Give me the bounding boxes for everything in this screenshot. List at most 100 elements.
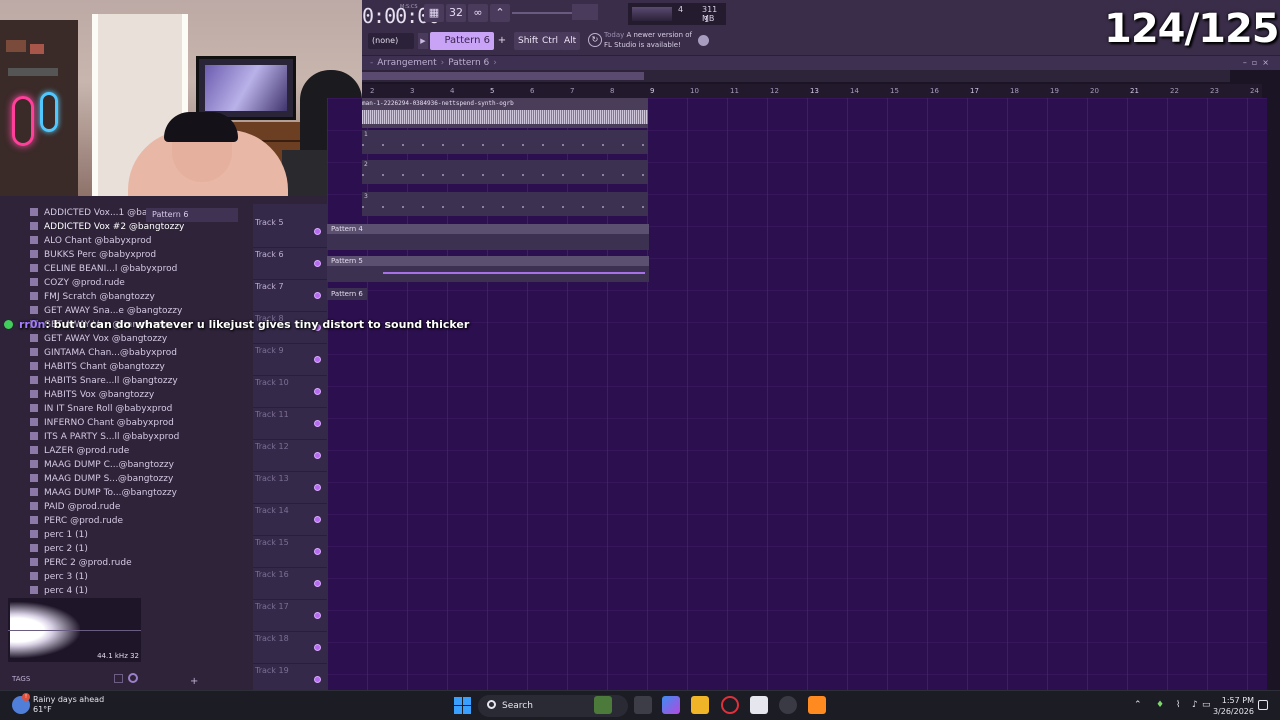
browser-item[interactable]: FMJ Scratch @bangtozzy [30, 290, 155, 304]
browser-item[interactable]: IN IT Snare Roll @babyxprod [30, 402, 172, 416]
browser-item[interactable]: MAAG DUMP C...@bangtozzy [30, 458, 174, 472]
folder-icon[interactable] [114, 674, 123, 683]
track-header[interactable]: Track 11 [253, 408, 327, 440]
opera-icon[interactable] [721, 696, 739, 714]
master-volume-slider[interactable] [572, 4, 598, 20]
track-header[interactable]: Track 10 [253, 376, 327, 408]
wifi-icon[interactable]: ⌇ [1176, 700, 1180, 710]
track-mute-led-icon[interactable] [314, 452, 321, 459]
breadcrumb-arrangement[interactable]: Arrangement [377, 58, 436, 68]
loop-record-icon[interactable]: ∞ [468, 4, 488, 22]
track-header[interactable]: Track 12 [253, 440, 327, 472]
timeline-ruler[interactable]: 2 3 4 5 6 7 8 9 10 11 12 13 14 15 16 17 18 19 20 21 22 23 24 [362, 84, 1262, 98]
tray-app-icon[interactable]: ♦ [1156, 700, 1164, 710]
browser-item[interactable]: GET AWAY Vox @bangtozzy [30, 332, 167, 346]
browser-item[interactable]: perc 1 (1) [30, 528, 88, 542]
track-header[interactable]: Track 7 [253, 280, 327, 312]
obs-icon[interactable] [779, 696, 797, 714]
tray-chevron-icon[interactable]: ⌃ [1134, 700, 1142, 710]
track-header[interactable]: Track 18 [253, 632, 327, 664]
browser-item[interactable]: BUKKS Perc @babyxprod [30, 248, 156, 262]
news-panel[interactable]: Today A newer version of FL Studio is av… [604, 30, 704, 50]
typing-keyboard-icon[interactable]: ▦ [424, 4, 444, 22]
browser-item[interactable]: HABITS Vox @bangtozzy [30, 388, 154, 402]
track-mute-led-icon[interactable] [314, 516, 321, 523]
browser-item[interactable]: LAZER @prod.rude [30, 444, 129, 458]
browser-item[interactable]: perc 4 (1) [30, 584, 88, 598]
play-arrow-icon[interactable]: ▶ [418, 33, 428, 49]
browser-item[interactable]: HABITS Chant @bangtozzy [30, 360, 165, 374]
browser-item[interactable]: perc 3 (1) [30, 570, 88, 584]
audio-clip[interactable]: man-1-2226294-0384936-nettspend-synth-og… [362, 98, 648, 128]
browser-item[interactable]: ADDICTED Vox #2 @bangtozzy [30, 220, 184, 234]
pattern-row[interactable]: 3 [362, 192, 648, 216]
search-icon[interactable] [128, 673, 138, 683]
window-controls[interactable]: –▫× [1243, 56, 1274, 70]
track-header[interactable]: Track 17 [253, 600, 327, 632]
alt-button[interactable]: Alt [560, 32, 581, 50]
track-header[interactable]: Track 15 [253, 536, 327, 568]
scrollbar-thumb[interactable] [362, 72, 644, 80]
browser-item[interactable]: ITS A PARTY S...ll @babyxprod [30, 430, 179, 444]
track-mute-led-icon[interactable] [314, 420, 321, 427]
frog-widget-icon[interactable] [594, 696, 612, 714]
snap-selector[interactable]: (none) [368, 33, 414, 49]
track-mute-led-icon[interactable] [314, 484, 321, 491]
browser-item[interactable]: COZY @prod.rude [30, 276, 125, 290]
volume-icon[interactable]: ♪ [1192, 700, 1198, 710]
windows-start-icon[interactable] [454, 697, 471, 714]
pattern-row[interactable]: 1 [362, 130, 648, 154]
track-mute-led-icon[interactable] [314, 676, 321, 683]
browser-item[interactable]: MAAG DUMP To...@bangtozzy [30, 486, 177, 500]
news-icon[interactable]: ↻ [588, 33, 602, 47]
browser-item[interactable]: PERC 2 @prod.rude [30, 556, 132, 570]
task-view-icon[interactable] [634, 696, 652, 714]
sample-preview[interactable]: 44.1 kHz 32 [8, 598, 141, 662]
pattern-selector[interactable]: Pattern 6 [430, 32, 494, 50]
browser-item[interactable]: GINTAMA Chan...@babyxprod [30, 346, 177, 360]
track-header[interactable]: Track 9 [253, 344, 327, 376]
clip-track-6[interactable]: Pattern 5 [327, 256, 649, 282]
file-explorer-icon[interactable] [691, 696, 709, 714]
browser-item[interactable]: HABITS Snare...ll @bangtozzy [30, 374, 178, 388]
add-tag-button[interactable]: + [190, 676, 198, 687]
track-mute-led-icon[interactable] [314, 228, 321, 235]
globe-icon[interactable] [698, 35, 709, 46]
track-header[interactable]: Track 14 [253, 504, 327, 536]
playlist-grid[interactable]: man-1-2226294-0384936-nettspend-synth-og… [327, 98, 1267, 690]
browser-item[interactable]: GET AWAY Sna...e @bangtozzy [30, 304, 182, 318]
track-mute-led-icon[interactable] [314, 612, 321, 619]
browser-item[interactable]: PERC @prod.rude [30, 514, 123, 528]
ctrl-button[interactable]: Ctrl [538, 32, 563, 50]
store-icon[interactable] [750, 696, 768, 714]
track-header[interactable]: Track 13 [253, 472, 327, 504]
master-pitch-slider[interactable] [512, 12, 572, 14]
taskbar-clock[interactable]: 1:57 PM 3/26/2026 [1210, 695, 1254, 717]
breadcrumb-pattern[interactable]: Pattern 6 [448, 58, 489, 68]
track-header[interactable]: Track 6 [253, 248, 327, 280]
track-mute-led-icon[interactable] [314, 292, 321, 299]
clip-track-5[interactable]: Pattern 4 [327, 224, 649, 250]
metronome-icon[interactable]: ⌃ [490, 4, 510, 22]
weather-widget[interactable]: Rainy days ahead 61°F [33, 695, 104, 715]
track-mute-led-icon[interactable] [314, 548, 321, 555]
tags-label[interactable]: TAGS [12, 675, 30, 683]
browser-pattern-chip[interactable]: Pattern 6 [146, 208, 238, 222]
track-mute-led-icon[interactable] [314, 580, 321, 587]
track-mute-led-icon[interactable] [314, 260, 321, 267]
notification-icon[interactable] [1258, 700, 1268, 710]
track-header[interactable]: Track 5 [253, 216, 327, 248]
copilot-icon[interactable] [662, 696, 680, 714]
track-header[interactable]: Track 16 [253, 568, 327, 600]
track-mute-led-icon[interactable] [314, 644, 321, 651]
track-mute-led-icon[interactable] [314, 388, 321, 395]
fl-studio-icon[interactable] [808, 696, 826, 714]
playlist-scrollbar[interactable] [362, 70, 1230, 82]
browser-item[interactable]: INFERNO Chant @babyxprod [30, 416, 174, 430]
step-edit-button[interactable]: 32 [446, 4, 466, 22]
add-pattern-button[interactable]: + [496, 33, 508, 49]
clip-track-7[interactable]: Pattern 6 [327, 288, 367, 300]
browser-item[interactable]: PAID @prod.rude [30, 500, 120, 514]
track-mute-led-icon[interactable] [314, 356, 321, 363]
browser-item[interactable]: MAAG DUMP S...@bangtozzy [30, 472, 173, 486]
